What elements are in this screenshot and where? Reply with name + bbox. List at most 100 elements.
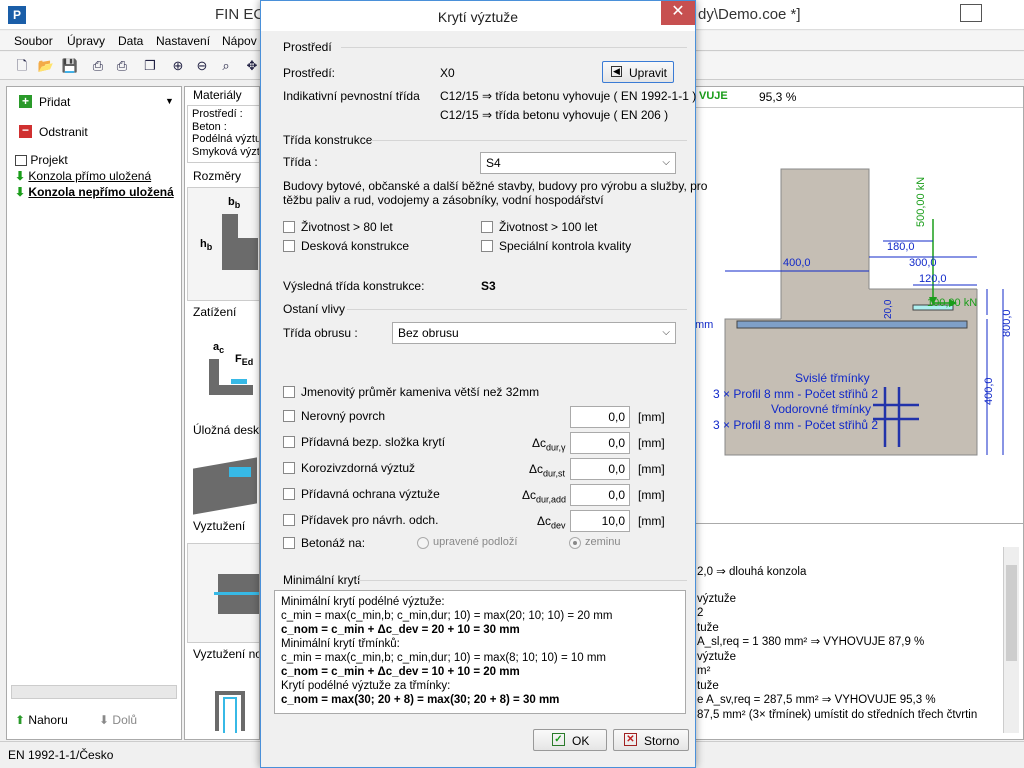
deviation-label: Přídavek pro návrh. odch. <box>301 513 439 527</box>
stainless-checkbox[interactable] <box>283 462 295 474</box>
protection-checkbox[interactable] <box>283 488 295 500</box>
arrow-up-icon: ⬆ <box>15 713 26 727</box>
structure-class-value: S4 <box>486 156 501 170</box>
deviation-checkbox[interactable] <box>283 514 295 526</box>
scrollbar-thumb[interactable] <box>1006 565 1017 661</box>
left-panel-hscroll[interactable] <box>11 685 177 699</box>
copy-icon[interactable]: ❐ <box>140 56 160 76</box>
slab-checkbox[interactable] <box>283 240 295 252</box>
result-line: výztuže <box>697 650 736 663</box>
remove-label: Odstranit <box>39 125 88 139</box>
dialog-title: Krytí výztuže <box>261 1 695 31</box>
life-100-checkbox[interactable] <box>481 221 493 233</box>
min-line: c_nom = max(30; 20 + 8) = max(30; 20 + 8… <box>281 694 560 706</box>
tree-item-indirect-bracket[interactable]: ⬇ Konzola nepřímo uložená <box>15 185 174 199</box>
move-up-button[interactable]: ⬆ Nahoru <box>15 713 68 727</box>
zoom-window-icon[interactable]: ⌕ <box>216 56 236 76</box>
menu-edit[interactable]: Úpravy <box>67 34 105 48</box>
section-divider <box>371 140 687 141</box>
materials-box[interactable]: Prostředí : Beton : Podélná výztu Smykov… <box>187 105 260 163</box>
reinforcement-heading: Vyztužení <box>193 519 246 533</box>
structure-class-select[interactable]: S4 ⌵ <box>480 152 676 174</box>
result-line: tuže <box>697 621 719 634</box>
menu-settings[interactable]: Nastavení <box>156 34 210 48</box>
tree-item-label: Konzola přímo uložená <box>28 169 152 183</box>
load-plate <box>231 379 247 384</box>
abrasion-select[interactable]: Bez obrusu ⌵ <box>392 322 676 344</box>
close-icon[interactable]: ✕ <box>661 1 695 25</box>
results-scrollbar[interactable] <box>1003 547 1019 733</box>
save-icon[interactable]: 💾 <box>60 56 80 76</box>
protection-input[interactable]: 0,0 <box>570 484 630 506</box>
ok-label: OK <box>572 734 590 748</box>
cancel-button[interactable]: ✕ Storno <box>613 729 689 751</box>
aggregate-label: Jmenovitý průměr kameniva větší než 32mm <box>301 385 540 399</box>
prepared-ground-radio[interactable] <box>417 537 429 549</box>
reinforcement-thumbnail[interactable] <box>187 543 259 643</box>
ok-button[interactable]: ✓ OK <box>533 729 607 751</box>
result-line: tuže <box>697 679 719 692</box>
min-line: c_min = max(c_min,b; c_min,dur; 10) = ma… <box>281 610 613 622</box>
window-title: FIN EC <box>215 6 265 23</box>
loads-thumbnail[interactable]: ac FEd <box>205 339 259 401</box>
graphics-panel: VUJE 95,3 % 500,00 kN 100,00 kN 400,0 18… <box>690 86 1024 740</box>
uneven-checkbox[interactable] <box>283 410 295 422</box>
env-label: Prostředí: <box>283 66 336 80</box>
print-icon[interactable]: ⎙ <box>88 56 108 76</box>
materials-line: Prostředí : <box>192 108 243 120</box>
ground-radio[interactable] <box>569 537 581 549</box>
cast-on-checkbox[interactable] <box>283 537 295 549</box>
tree-item-direct-bracket[interactable]: ⬇ Konzola přímo uložená <box>15 169 151 183</box>
additional-safety-checkbox[interactable] <box>283 436 295 448</box>
delta-dur-st-symbol: Δcdur,st <box>529 462 566 479</box>
move-up-label: Nahoru <box>28 713 68 727</box>
uneven-input[interactable]: 0,0 <box>570 406 630 428</box>
menu-help[interactable]: Nápov <box>222 34 257 48</box>
life-80-checkbox[interactable] <box>283 221 295 233</box>
zoom-out-icon[interactable]: ⊖ <box>192 56 212 76</box>
bearing-plate-heading: Úložná deska <box>193 423 260 437</box>
env-value: X0 <box>440 66 455 80</box>
prepared-ground-label: upravené podloží <box>433 536 518 548</box>
materials-line: Podélná výztu <box>192 133 260 145</box>
min-line: c_nom = c_min + Δc_dev = 10 + 10 = 20 mm <box>281 666 520 678</box>
aggregate-checkbox[interactable] <box>283 386 295 398</box>
edit-environment-button[interactable]: ◀ Upravit <box>602 61 674 83</box>
result-line: 2,0 ⇒ dlouhá konzola <box>697 566 807 578</box>
dimensions-thumbnail[interactable]: bb hb <box>187 187 259 301</box>
support-thumbnail[interactable] <box>215 691 245 733</box>
remove-button[interactable]: − Odstranit <box>11 121 177 143</box>
menu-data[interactable]: Data <box>118 34 143 48</box>
quality-control-checkbox[interactable] <box>481 240 493 252</box>
print-preview-icon[interactable]: ⎙ <box>112 56 132 76</box>
indicative-label: Indikativní pevnostní třída <box>283 89 420 103</box>
result-line: 2 <box>697 607 704 619</box>
materials-heading: Materiály <box>193 88 242 102</box>
tree-item-project[interactable]: Projekt <box>15 153 68 167</box>
tree-item-label: Konzola nepřímo uložená <box>28 185 174 199</box>
materials-line: Beton : <box>192 120 227 133</box>
maximize-button[interactable] <box>960 4 982 22</box>
indicative-line-2: C12/15 ⇒ třída betonu vyhovuje ( EN 206 … <box>440 108 669 122</box>
result-line: výztuže <box>697 592 736 605</box>
menu-file[interactable]: Soubor <box>14 34 53 48</box>
move-down-button[interactable]: ⬇ Dolů <box>99 713 137 727</box>
panel-divider <box>691 107 1023 108</box>
additional-safety-input[interactable]: 0,0 <box>570 432 630 454</box>
zoom-in-icon[interactable]: ⊕ <box>168 56 188 76</box>
result-line: m² <box>697 665 711 677</box>
bearing-plate-thumbnail[interactable] <box>189 443 259 515</box>
pan-icon[interactable]: ✥ <box>242 56 262 76</box>
min-line: c_min = max(c_min,b; c_min,dur; 10) = ma… <box>281 652 606 664</box>
open-folder-icon[interactable]: 📂 <box>36 56 56 76</box>
new-file-icon[interactable]: 🗋 <box>12 56 32 76</box>
add-button[interactable]: + Přidat ▼ <box>11 91 177 113</box>
dimension-label-hb: hb <box>200 238 213 253</box>
stainless-input[interactable]: 0,0 <box>570 458 630 480</box>
deviation-input[interactable]: 10,0 <box>570 510 630 532</box>
quality-control-label: Speciální kontrola kvality <box>499 239 632 253</box>
result-line: 87,5 mm² (3× třmínek) umístit do střední… <box>697 708 978 721</box>
protection-unit: [mm] <box>638 488 665 502</box>
status-bar-text: EN 1992-1-1/Česko <box>8 748 114 762</box>
uneven-unit: [mm] <box>638 410 665 424</box>
